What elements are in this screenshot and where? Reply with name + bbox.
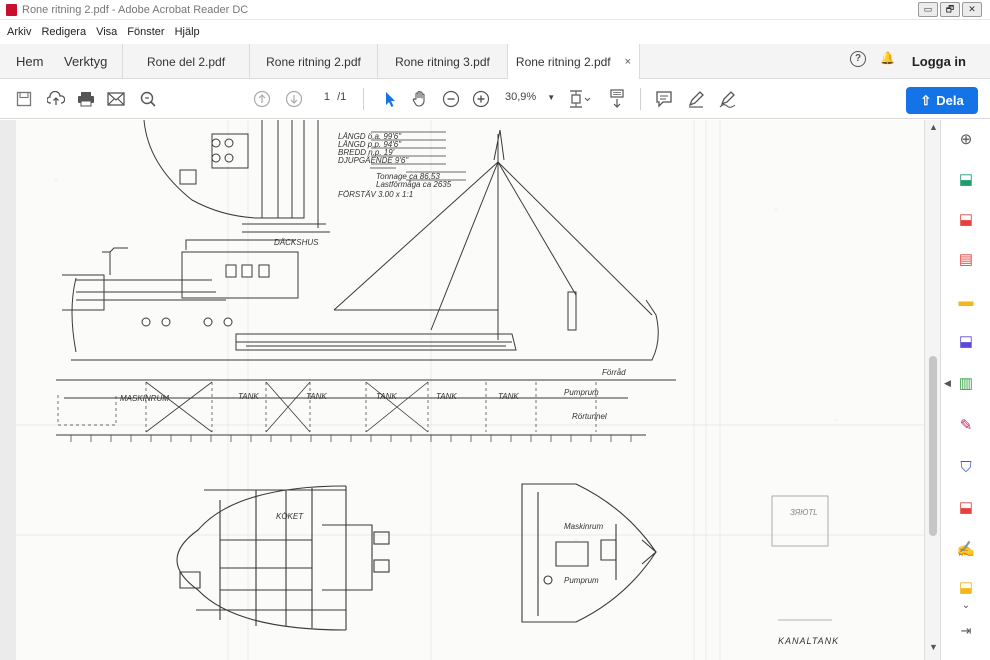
login-link[interactable]: Logga in	[912, 54, 966, 69]
select-arrow-icon[interactable]	[380, 89, 400, 109]
close-tab-icon[interactable]: ×	[625, 56, 631, 68]
drawing-label: TANK	[436, 392, 457, 401]
ship-drawing	[16, 120, 924, 660]
vertical-scrollbar[interactable]: ▲ ▼	[924, 120, 940, 660]
page-fit-icon[interactable]	[566, 89, 594, 109]
zoom-search-icon[interactable]: ⊕	[955, 128, 977, 150]
minimize-button[interactable]: ▭	[918, 2, 938, 17]
tab-label: Rone ritning 2.pdf	[515, 54, 611, 69]
comment-tool-icon[interactable]: ▬	[955, 290, 977, 312]
scroll-mode-icon[interactable]	[607, 89, 627, 109]
drawing-label: KANALTANK	[778, 636, 840, 646]
next-page-icon[interactable]	[284, 89, 304, 109]
zoom-in-icon[interactable]	[471, 89, 491, 109]
drawing-label: TANK	[498, 392, 519, 401]
comment-icon[interactable]	[654, 89, 674, 109]
pdf-page: LÄNGD ö.a. 99'6" LÄNGD p.p. 94'6" BREDD …	[16, 120, 924, 660]
drawing-label: Rörtunnel	[572, 412, 607, 421]
spec-line: Lastförmåga ca 2635	[376, 180, 452, 189]
drawing-label: Maskinrum	[564, 522, 604, 531]
drawing-label: FÖRSTÄV 3.00 x 1:1	[338, 190, 414, 199]
drawing-label: MASKINRUM	[120, 394, 169, 403]
acrobat-app-icon	[6, 4, 17, 16]
adobe-pdf-icon[interactable]: ⬓	[955, 496, 977, 518]
share-label: Dela	[936, 93, 964, 108]
tab-rone-ritning-2[interactable]: Rone ritning 2.pdf	[250, 44, 378, 79]
stamp-text: ЗЯЮTL	[790, 508, 818, 517]
right-tools-panel: ◀ ⊕ ⬓ ⬓ ▤ ▬ ⬓ ▥ ✎ ⛉ ⬓ ✍ ⬓ ⌄ ⇥	[940, 120, 990, 660]
title-bar: Rone ritning 2.pdf - Adobe Acrobat Reade…	[0, 0, 990, 20]
share-icon: ⇧	[920, 92, 932, 108]
zoom-value: 30,9%	[505, 91, 537, 103]
tab-label: Rone del 2.pdf	[146, 54, 226, 69]
page-number-input[interactable]: 1	[314, 91, 330, 103]
tab-bar: Hem Verktyg Rone del 2.pdf Rone ritning …	[0, 44, 990, 80]
tab-rone-ritning-2-active[interactable]: Rone ritning 2.pdf ×	[508, 44, 640, 80]
drawing-label: TANK	[376, 392, 397, 401]
drawing-label: DÄCKSHUS	[274, 238, 319, 247]
restore-button[interactable]: 🗗	[940, 2, 960, 17]
fill-sign-icon[interactable]: ✎	[955, 414, 977, 436]
drawing-label: Pumprum	[564, 388, 599, 397]
share-button[interactable]: ⇧ Dela	[906, 87, 978, 114]
protect-icon[interactable]: ⛉	[955, 456, 977, 478]
close-window-button[interactable]: ✕	[962, 2, 982, 17]
notification-bell-icon[interactable]: 🔔	[880, 51, 895, 65]
menu-redigera[interactable]: Redigera	[41, 26, 86, 38]
tools-button[interactable]: Verktyg	[64, 54, 107, 69]
drawing-label: TANK	[238, 392, 259, 401]
menu-arkiv[interactable]: Arkiv	[7, 26, 31, 38]
drawing-label: Pumprum	[564, 576, 599, 585]
window-title: Rone ritning 2.pdf - Adobe Acrobat Reade…	[22, 4, 249, 16]
upload-cloud-icon[interactable]	[46, 89, 66, 109]
export-pdf-icon[interactable]: ⬓	[955, 168, 977, 190]
tab-label: Rone ritning 3.pdf	[395, 54, 490, 69]
tab-label: Rone ritning 2.pdf	[266, 54, 361, 69]
sign-icon[interactable]	[718, 89, 738, 109]
menu-fonster[interactable]: Fönster	[127, 26, 164, 38]
home-button[interactable]: Hem	[16, 54, 43, 69]
send-signature-icon[interactable]: ✍	[955, 538, 977, 560]
drawing-label: KÖKET	[276, 512, 304, 521]
spec-line: DJUPGÅENDE 9'6"	[338, 156, 409, 165]
email-icon[interactable]	[106, 89, 126, 109]
main-toolbar: 1 /1 30,9% ▼ ⇧ Dela	[0, 79, 990, 119]
drawing-label: TANK	[306, 392, 327, 401]
scrollbar-thumb[interactable]	[929, 356, 937, 536]
menu-visa[interactable]: Visa	[96, 26, 117, 38]
save-icon[interactable]	[14, 89, 34, 109]
document-viewport[interactable]: LÄNGD ö.a. 99'6" LÄNGD p.p. 94'6" BREDD …	[0, 120, 924, 660]
menu-hjalp[interactable]: Hjälp	[175, 26, 200, 38]
highlight-pen-icon[interactable]	[686, 89, 706, 109]
window-controls: ▭ 🗗 ✕	[918, 2, 982, 17]
chevron-down-icon[interactable]: ⌄	[955, 594, 977, 616]
collapse-panel-arrow-icon[interactable]: ⇥	[955, 620, 977, 642]
collapse-right-panel-icon[interactable]: ◀	[944, 378, 951, 389]
chevron-down-icon: ▼	[547, 93, 556, 102]
organize-pages-icon[interactable]: ▤	[955, 248, 977, 270]
zoom-level-select[interactable]: 30,9% ▼	[505, 91, 555, 103]
hand-tool-icon[interactable]	[410, 89, 430, 109]
create-pdf-icon[interactable]: ⬓	[955, 208, 977, 230]
previous-page-icon[interactable]	[252, 89, 272, 109]
help-icon[interactable]: ?	[850, 51, 866, 67]
zoom-search-icon[interactable]	[138, 89, 158, 109]
tab-rone-del-2[interactable]: Rone del 2.pdf	[122, 44, 250, 79]
zoom-out-icon[interactable]	[441, 89, 461, 109]
scroll-down-icon[interactable]: ▼	[929, 642, 938, 652]
print-icon[interactable]	[76, 89, 96, 109]
page-total: /1	[337, 91, 347, 103]
toolbar-separator	[640, 88, 641, 110]
combine-files-icon[interactable]: ⬓	[955, 330, 977, 352]
tab-rone-ritning-3[interactable]: Rone ritning 3.pdf	[378, 44, 508, 79]
edit-pdf-icon[interactable]: ▥	[955, 372, 977, 394]
drawing-label: Förråd	[602, 368, 626, 377]
scroll-up-icon[interactable]: ▲	[929, 122, 938, 132]
menu-bar: Arkiv Redigera Visa Fönster Hjälp	[0, 20, 990, 44]
toolbar-separator	[363, 88, 364, 110]
page-indicator: 1 /1	[314, 91, 346, 103]
